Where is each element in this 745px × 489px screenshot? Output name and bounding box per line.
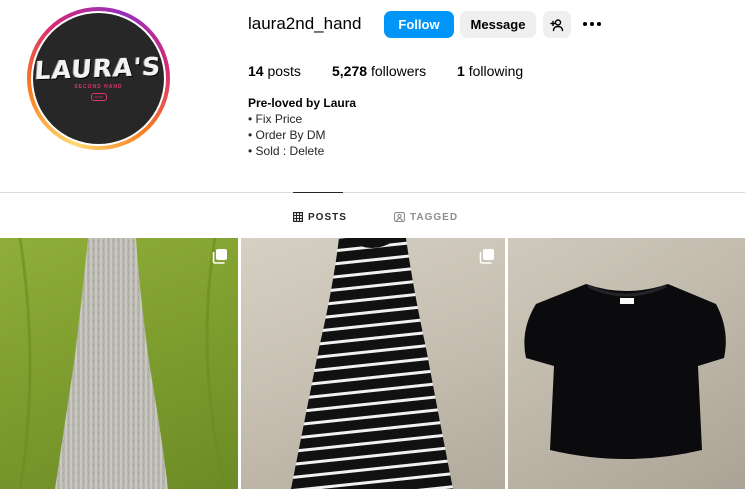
multiple-photos-icon <box>479 249 494 264</box>
avatar-logo-text: LAURA'S <box>34 51 163 86</box>
message-button[interactable]: Message <box>460 11 536 38</box>
post-image <box>18 238 227 489</box>
post-thumbnail[interactable] <box>508 238 745 489</box>
followers-count: 5,278 <box>332 63 368 79</box>
person-plus-icon <box>550 18 564 31</box>
suggest-accounts-button[interactable] <box>543 11 571 38</box>
multiple-photos-icon <box>212 249 227 264</box>
follow-button[interactable]: Follow <box>384 11 454 38</box>
post-thumbnail[interactable] <box>241 238 505 489</box>
bio-line: • Fix Price <box>248 112 303 126</box>
posts-count-stat: 14 posts <box>248 62 301 80</box>
tab-posts[interactable]: POSTS <box>293 210 347 224</box>
posts-count: 14 <box>248 63 264 79</box>
following-link[interactable]: 1 following <box>457 62 523 80</box>
bio-line: • Order By DM <box>248 128 326 142</box>
posts-label: posts <box>267 63 301 79</box>
bio-line: • Sold : Delete <box>248 144 325 158</box>
tab-posts-label: POSTS <box>308 211 347 223</box>
grid-icon <box>293 212 303 222</box>
followers-label: followers <box>370 63 427 79</box>
post-image <box>524 284 726 459</box>
avatar[interactable]: LAURA'S SECOND HAND SHOP <box>33 13 164 144</box>
profile-username[interactable]: laura2nd_hand <box>248 13 361 35</box>
bio-name: Pre-loved by Laura <box>248 96 357 110</box>
more-horizontal-icon <box>583 22 601 26</box>
post-thumbnail[interactable] <box>0 238 238 489</box>
profile-tabs-divider <box>0 192 745 193</box>
tab-tagged-label: TAGGED <box>410 211 459 223</box>
more-options-button[interactable] <box>580 15 604 33</box>
active-tab-indicator <box>293 192 343 193</box>
following-count: 1 <box>457 63 465 79</box>
tab-tagged[interactable]: TAGGED <box>394 210 458 224</box>
avatar-logo-subtext: SECOND HAND <box>74 84 123 90</box>
profile-avatar-ring[interactable]: LAURA'S SECOND HAND SHOP <box>27 7 170 150</box>
followers-link[interactable]: 5,278 followers <box>332 62 426 80</box>
avatar-logo-badge: SHOP <box>90 93 107 101</box>
following-label: following <box>468 63 524 79</box>
post-image <box>291 238 453 489</box>
tagged-icon <box>394 212 405 222</box>
profile-bio: Pre-loved by Laura • Fix Price • Order B… <box>248 95 356 159</box>
